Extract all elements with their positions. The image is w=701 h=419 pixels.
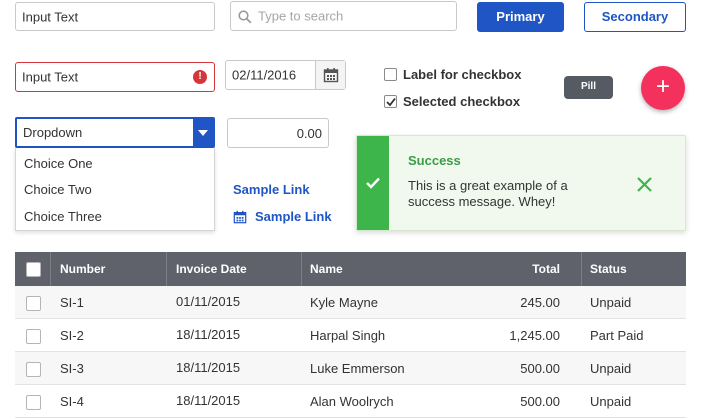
pill-badge: Pill (564, 76, 613, 99)
primary-button-label: Primary (496, 9, 545, 24)
error-text-input[interactable]: Input Text ! (15, 62, 215, 92)
checkbox-checked[interactable]: Selected checkbox (384, 94, 534, 110)
number-value: 0.00 (296, 126, 322, 141)
checkbox-unchecked[interactable]: Label for checkbox (384, 67, 534, 83)
checkbox-box-checked[interactable] (384, 95, 397, 108)
dropdown-toggle[interactable] (193, 119, 213, 146)
cell-total: 1,245.00 (509, 328, 560, 343)
column-header-name[interactable]: Name (310, 252, 343, 286)
checkbox-label: Label for checkbox (403, 67, 522, 82)
search-input[interactable]: Type to search (230, 1, 457, 31)
cell-date: 18/11/2015 (176, 327, 241, 342)
column-header-invoice-date[interactable]: Invoice Date (176, 252, 247, 286)
search-icon (238, 10, 252, 24)
close-icon[interactable] (636, 176, 653, 193)
cell-number: SI-1 (60, 295, 84, 310)
cell-number: SI-4 (60, 394, 84, 409)
plus-icon: + (655, 73, 670, 100)
column-header-status[interactable]: Status (590, 252, 627, 286)
row-checkbox[interactable] (26, 362, 41, 377)
table-row[interactable]: SI-3 18/11/2015 Luke Emmerson 500.00 Unp… (15, 352, 686, 385)
sample-link-label: Sample Link (255, 209, 332, 224)
error-icon: ! (193, 70, 207, 84)
cell-date: 18/11/2015 (176, 360, 241, 375)
text-input-value: Input Text (22, 9, 79, 24)
cell-status: Unpaid (590, 295, 632, 310)
table-row[interactable]: SI-1 01/11/2015 Kyle Mayne 245.00 Unpaid (15, 286, 686, 319)
number-input[interactable]: 0.00 (227, 118, 329, 148)
success-toast: Success This is a great example of a suc… (356, 135, 686, 231)
primary-button[interactable]: Primary (477, 2, 564, 32)
chevron-down-icon (198, 130, 208, 136)
cell-status: Part Paid (590, 328, 644, 343)
check-icon (386, 97, 396, 107)
calendar-icon (233, 210, 247, 224)
cell-status: Unpaid (590, 394, 632, 409)
sample-link[interactable]: Sample Link (233, 182, 310, 197)
cell-total: 500.00 (520, 361, 560, 376)
toast-message: This is a great example of a success mes… (408, 178, 568, 209)
cell-number: SI-2 (60, 328, 84, 343)
row-checkbox[interactable] (26, 329, 41, 344)
date-picker-button[interactable] (315, 61, 345, 89)
cell-status: Unpaid (590, 361, 632, 376)
toast-status-bar (357, 136, 389, 230)
calendar-icon (323, 68, 339, 83)
checkbox-box[interactable] (384, 68, 397, 81)
checkbox-checked-label: Selected checkbox (403, 94, 521, 109)
table-row[interactable]: SI-2 18/11/2015 Harpal Singh 1,245.00 Pa… (15, 319, 686, 352)
search-placeholder: Type to search (258, 8, 344, 24)
secondary-button[interactable]: Secondary (584, 2, 686, 32)
dropdown-selected: Dropdown (23, 125, 83, 140)
cell-name: Alan Woolrych (310, 394, 394, 409)
sample-link-with-icon[interactable]: Sample Link (233, 209, 343, 227)
column-header-number[interactable]: Number (60, 252, 105, 286)
pill-label: Pill (580, 81, 596, 92)
check-icon (366, 177, 380, 189)
toast-title: Success (408, 153, 461, 168)
cell-number: SI-3 (60, 361, 84, 376)
invoice-table: Number Invoice Date Name Total Status SI… (15, 252, 686, 419)
cell-total: 245.00 (520, 295, 560, 310)
date-value: 02/11/2016 (232, 67, 297, 83)
dropdown[interactable]: Dropdown (15, 117, 215, 148)
row-checkbox[interactable] (26, 296, 41, 311)
column-header-total[interactable]: Total (532, 252, 560, 286)
dropdown-menu: Choice One Choice Two Choice Three (15, 148, 215, 231)
cell-date: 01/11/2015 (176, 294, 241, 309)
cell-name: Kyle Mayne (310, 295, 378, 310)
text-input[interactable]: Input Text (15, 2, 215, 31)
dropdown-option[interactable]: Choice One (24, 156, 93, 171)
table-row[interactable]: SI-4 18/11/2015 Alan Woolrych 500.00 Unp… (15, 385, 686, 418)
cell-name: Luke Emmerson (310, 361, 405, 376)
cell-date: 18/11/2015 (176, 393, 241, 408)
secondary-button-label: Secondary (601, 9, 669, 24)
cell-total: 500.00 (520, 394, 560, 409)
error-input-value: Input Text (22, 69, 79, 85)
row-checkbox[interactable] (26, 395, 41, 410)
date-input[interactable]: 02/11/2016 (225, 60, 346, 90)
floating-add-button[interactable]: + (641, 66, 685, 110)
table-header: Number Invoice Date Name Total Status (15, 252, 686, 286)
select-all-checkbox[interactable] (26, 262, 41, 277)
dropdown-option[interactable]: Choice Three (24, 209, 102, 224)
dropdown-option[interactable]: Choice Two (24, 182, 92, 197)
cell-name: Harpal Singh (310, 328, 386, 343)
